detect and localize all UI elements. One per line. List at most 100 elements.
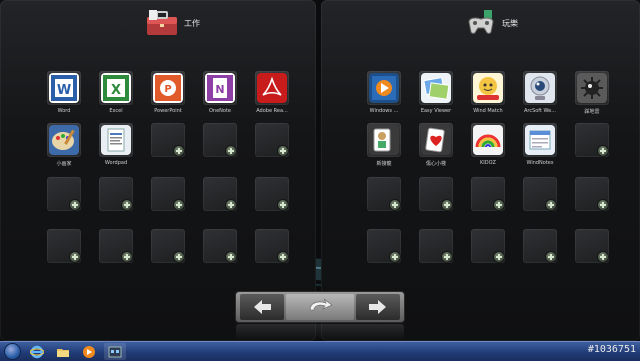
taskbar bbox=[0, 341, 640, 361]
play-app-3[interactable]: ArcSoft We... bbox=[523, 71, 557, 114]
empty-slot[interactable] bbox=[151, 123, 185, 157]
rotate-back-icon bbox=[309, 298, 333, 311]
play-app-0[interactable]: Windows ... bbox=[367, 71, 401, 114]
app-label: 傷心小棧 bbox=[425, 161, 446, 167]
onenote-icon: N bbox=[205, 73, 235, 103]
add-icon bbox=[494, 200, 504, 210]
media-player-icon bbox=[369, 73, 399, 103]
empty-slot[interactable] bbox=[575, 229, 609, 263]
arrow-right-icon bbox=[369, 300, 386, 314]
start-button[interactable] bbox=[2, 343, 22, 360]
svg-text:W: W bbox=[57, 83, 71, 98]
play-app-2[interactable]: Wind Match bbox=[471, 71, 505, 114]
work-app-1[interactable]: X Excel bbox=[99, 71, 133, 114]
add-icon bbox=[598, 146, 608, 156]
app-label: PowerPoint bbox=[154, 108, 182, 114]
game-controller-icon bbox=[468, 10, 494, 34]
app-label: Word bbox=[57, 108, 71, 114]
empty-slot[interactable] bbox=[367, 177, 401, 211]
app-label: ArcSoft We... bbox=[523, 108, 557, 114]
minesweeper-icon bbox=[577, 73, 607, 103]
empty-slot[interactable] bbox=[203, 229, 237, 263]
watermark: #1036751 bbox=[587, 344, 636, 355]
work-app-grid: W Word X Excel P PowerPoint N OneNote Adobe Rea.… bbox=[47, 71, 289, 263]
empty-slot[interactable] bbox=[419, 177, 453, 211]
next-page-button[interactable] bbox=[356, 294, 400, 320]
app-label: Easy Viewer bbox=[420, 108, 452, 114]
empty-slot[interactable] bbox=[575, 177, 609, 211]
media-player-button[interactable] bbox=[78, 343, 100, 360]
empty-slot[interactable] bbox=[471, 177, 505, 211]
media-player-icon bbox=[83, 345, 95, 358]
play-app-8[interactable]: WindNotes bbox=[523, 123, 557, 166]
play-app-6[interactable]: 傷心小棧 bbox=[419, 123, 453, 167]
app-label: Windows ... bbox=[369, 108, 399, 114]
work-app-5[interactable]: 小画家 bbox=[47, 123, 81, 167]
app-label: Wordpad bbox=[104, 160, 128, 166]
play-app-4[interactable]: 踩地雷 bbox=[575, 71, 609, 115]
add-icon bbox=[598, 252, 608, 262]
app-label: Wind Match bbox=[473, 108, 503, 114]
empty-slot[interactable] bbox=[419, 229, 453, 263]
app-window-button[interactable] bbox=[104, 343, 126, 360]
add-icon bbox=[278, 146, 288, 156]
work-app-4[interactable]: Adobe Rea... bbox=[255, 71, 289, 114]
work-app-3[interactable]: N OneNote bbox=[203, 71, 237, 114]
add-icon bbox=[226, 200, 236, 210]
empty-slot[interactable] bbox=[203, 123, 237, 157]
empty-slot[interactable] bbox=[99, 229, 133, 263]
empty-slot[interactable] bbox=[523, 229, 557, 263]
work-panel-header: 工作 bbox=[146, 6, 200, 40]
work-app-2[interactable]: P PowerPoint bbox=[151, 71, 185, 114]
add-icon bbox=[390, 200, 400, 210]
empty-slot[interactable] bbox=[99, 177, 133, 211]
explorer-button[interactable] bbox=[52, 343, 74, 360]
empty-slot[interactable] bbox=[255, 229, 289, 263]
empty-slot[interactable] bbox=[47, 229, 81, 263]
add-icon bbox=[546, 200, 556, 210]
folder-icon bbox=[57, 348, 69, 357]
excel-icon: X bbox=[101, 73, 131, 103]
add-icon bbox=[278, 200, 288, 210]
powerpoint-icon: P bbox=[153, 73, 183, 103]
app-label: OneNote bbox=[208, 108, 232, 114]
empty-slot[interactable] bbox=[255, 123, 289, 157]
empty-slot[interactable] bbox=[151, 229, 185, 263]
play-app-5[interactable]: 新接龍 bbox=[367, 123, 401, 167]
app-label: 新接龍 bbox=[376, 161, 392, 167]
work-app-0[interactable]: W Word bbox=[47, 71, 81, 114]
add-icon bbox=[174, 200, 184, 210]
internet-explorer-button[interactable] bbox=[26, 343, 48, 360]
empty-slot[interactable] bbox=[367, 229, 401, 263]
empty-slot[interactable] bbox=[523, 177, 557, 211]
app-label: KIDOZ bbox=[480, 160, 496, 166]
add-icon bbox=[174, 146, 184, 156]
empty-slot[interactable] bbox=[575, 123, 609, 157]
empty-slot[interactable] bbox=[203, 177, 237, 211]
briefcase-icon bbox=[147, 10, 177, 35]
wind-match-icon bbox=[473, 73, 503, 103]
empty-slot[interactable] bbox=[47, 177, 81, 211]
add-icon bbox=[494, 252, 504, 262]
windnotes-icon bbox=[525, 125, 555, 155]
navigation-reflection bbox=[236, 324, 404, 340]
app-label: 小画家 bbox=[56, 161, 72, 167]
empty-slot[interactable] bbox=[151, 177, 185, 211]
work-panel: 工作 W Word X Excel P PowerPoint N OneNote Adobe R… bbox=[0, 0, 316, 341]
empty-slot[interactable] bbox=[255, 177, 289, 211]
kidoz-icon bbox=[473, 125, 503, 155]
play-panel: 玩樂 Windows ... Easy Viewer Wind Match ArcSo… bbox=[321, 0, 640, 341]
prev-page-button[interactable] bbox=[240, 294, 284, 320]
app-window-icon bbox=[108, 346, 122, 357]
play-app-1[interactable]: Easy Viewer bbox=[419, 71, 453, 114]
add-icon bbox=[546, 252, 556, 262]
arrow-left-icon bbox=[254, 300, 271, 314]
play-app-7[interactable]: KIDOZ bbox=[471, 123, 505, 166]
webcam-icon bbox=[525, 73, 555, 103]
work-app-6[interactable]: Wordpad bbox=[99, 123, 133, 166]
home-button[interactable] bbox=[286, 294, 354, 320]
svg-text:X: X bbox=[111, 83, 121, 98]
empty-slot[interactable] bbox=[471, 229, 505, 263]
app-label: Excel bbox=[109, 108, 123, 114]
add-icon bbox=[226, 146, 236, 156]
